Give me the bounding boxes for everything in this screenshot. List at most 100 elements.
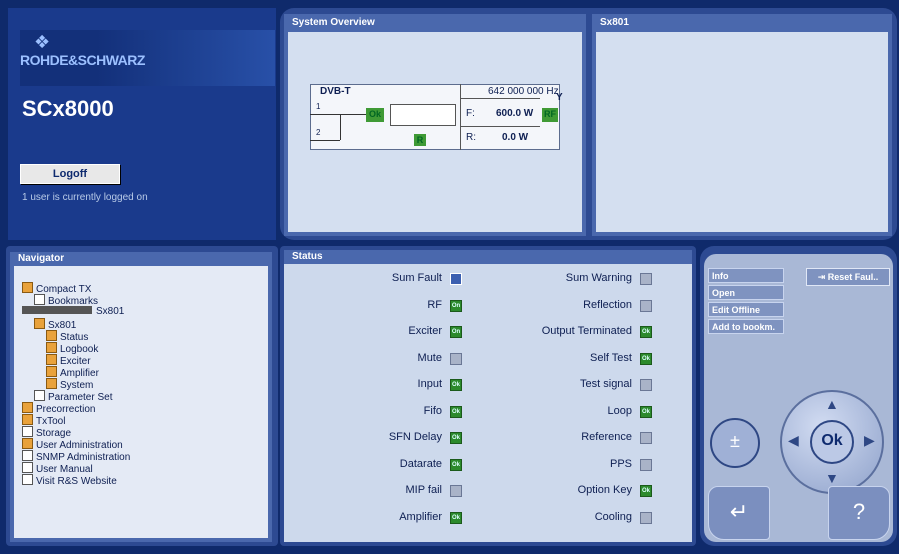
input2-label: 2 [316,128,321,137]
nav-item-storage[interactable]: Storage [22,426,130,439]
status-label: Reflection [583,298,632,311]
reflected-power: 0.0 W [502,132,529,143]
sx801-panel-body [596,32,888,232]
document-icon [34,390,45,401]
forward-power: 600.0 W [496,108,534,119]
nav-item-user-manual[interactable]: User Manual [22,462,130,475]
rs-diamond-icon: ❖ [34,32,51,52]
folder-icon [46,330,57,341]
nav-item-logbook[interactable]: Logbook [22,342,130,355]
status-label: Self Test [590,351,632,364]
folder-icon [34,318,45,329]
right-arrow-icon[interactable]: ▶ [864,432,875,449]
nav-item-snmp-administration[interactable]: SNMP Administration [22,450,130,463]
help-button[interactable]: ? [828,486,890,540]
nav-item-sx801[interactable]: Sx801 [22,318,130,331]
status-label: Option Key [577,484,632,496]
nav-item-system[interactable]: System [22,378,130,391]
status-title: Status [292,251,323,262]
logo-text: ROHDE&SCHWARZ [20,52,145,68]
status-indicator[interactable]: Ok [640,485,652,497]
zoom-control[interactable]: ± [710,418,760,468]
nav-item-sx801[interactable]: Sx801 [22,306,130,318]
user-status-text: 1 user is currently logged on [22,192,148,203]
navigator-tree: Compact TX Bookmarks Sx801 Sx801 Status Logbo… [22,282,130,487]
control-panel: Info Open Edit Offline Add to bookm. ⇥ R… [704,254,893,542]
up-arrow-icon[interactable]: ▲ [825,396,839,412]
status-body: Sum Fault RF On Exciter On Mute Input Ok Fifo Ok S… [284,264,692,542]
status-label: PPS [609,457,632,470]
product-name: SCx8000 [22,96,114,121]
system-overview-panel: System Overview DVB-T 1 2 Ok R 642 000 0… [284,14,586,236]
input1-label: 1 [316,102,321,111]
nav-item-user-administration[interactable]: User Administration [22,438,130,451]
nav-item-exciter[interactable]: Exciter [22,354,130,367]
status-label: Sum Warning [565,272,632,284]
forward-label: F: [466,108,475,119]
zoom-icon: ± [730,431,740,451]
status-label: Reference [581,431,632,443]
status-label: Output Terminated [541,325,632,337]
document-icon [22,462,33,473]
input-ok-badge: Ok [366,108,384,122]
navigator-title: Navigator [18,253,65,264]
nav-item-txtool[interactable]: TxTool [22,414,130,427]
info-button[interactable]: Info [708,268,784,283]
folder-icon [46,366,57,377]
document-icon [22,450,33,461]
back-home-button[interactable]: ↵ [708,486,770,540]
device-icon [22,306,92,314]
status-indicator[interactable] [640,511,652,524]
nav-item-compact-tx[interactable]: Compact TX [22,282,130,295]
edit-offline-button[interactable]: Edit Offline [708,302,784,317]
reset-fault-button[interactable]: ⇥ Reset Faul.. [806,268,890,286]
branding-panel: ❖ ROHDE&SCHWARZ SCx8000 Logoff 1 user is… [8,8,276,240]
antenna-icon: Y [556,92,563,103]
help-icon: ? [852,499,866,524]
reset-arrow-icon: ⇥ [817,272,828,282]
folder-icon [46,354,57,365]
logoff-button[interactable]: Logoff [20,164,120,184]
down-arrow-icon[interactable]: ▼ [825,470,839,486]
reset-fault-label: Reset Faul.. [827,272,879,282]
signal-diagram: DVB-T 1 2 Ok R 642 000 000 Hz F: 600.0 W… [310,84,563,156]
status-indicator[interactable]: Ok [640,405,652,418]
sx801-panel: Sx801 [592,14,892,236]
r-badge: R [414,134,426,146]
processing-block [390,104,456,126]
direction-pad[interactable]: ▲ ▼ ◀ ▶ Ok [780,390,884,494]
status-label: Cooling [594,510,632,523]
folder-icon [46,378,57,389]
status-indicator[interactable] [640,379,652,391]
nav-item-bookmarks[interactable]: Bookmarks [22,294,130,307]
add-to-bookmarks-button[interactable]: Add to bookm. [708,319,784,334]
folder-icon [46,342,57,353]
back-arrow-icon: ↵ [729,499,749,524]
navigator-body: Compact TX Bookmarks Sx801 Sx801 Status Logbo… [14,266,268,538]
status-indicator[interactable] [640,273,652,285]
standard-label: DVB-T [320,86,351,97]
bookmark-icon [34,294,45,305]
nav-item-label: Sx801 [96,306,125,317]
open-button[interactable]: Open [708,285,784,300]
status-indicator[interactable] [640,299,652,312]
status-indicator[interactable] [640,458,652,471]
system-overview-title: System Overview [292,17,375,28]
company-logo: ❖ ROHDE&SCHWARZ [20,30,275,86]
nav-item-visit-r-s-website[interactable]: Visit R&S Website [22,474,130,487]
nav-item-parameter-set[interactable]: Parameter Set [22,390,130,403]
folder-icon [22,282,33,293]
ok-button[interactable]: Ok [810,420,854,464]
nav-item-precorrection[interactable]: Precorrection [22,402,130,415]
system-overview-body: DVB-T 1 2 Ok R 642 000 000 Hz F: 600.0 W… [288,32,582,232]
document-icon [22,426,33,437]
reflected-label: R: [466,132,476,143]
nav-item-amplifier[interactable]: Amplifier [22,366,130,379]
left-arrow-icon[interactable]: ◀ [788,432,799,449]
nav-item-status[interactable]: Status [22,330,130,343]
status-indicator[interactable]: Ok [640,352,652,365]
status-indicator[interactable] [640,432,652,444]
rf-badge: RF [542,108,558,122]
chart-icon [22,402,33,413]
status-indicator[interactable]: Ok [640,326,652,338]
